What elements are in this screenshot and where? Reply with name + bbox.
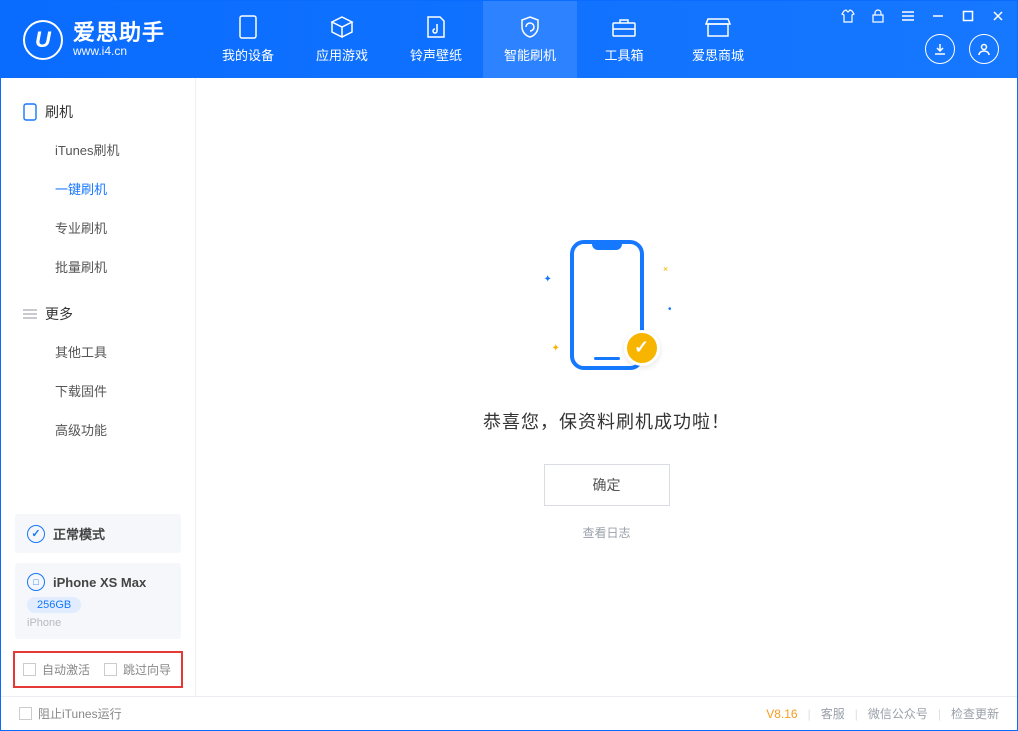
app-url: www.i4.cn bbox=[73, 45, 165, 58]
block-itunes-checkbox[interactable]: 阻止iTunes运行 bbox=[19, 705, 122, 722]
main-content: ✦+✦• ✓ 恭喜您，保资料刷机成功啦！ 确定 查看日志 bbox=[196, 78, 1017, 696]
logo: U 爱思助手 www.i4.cn bbox=[1, 20, 201, 60]
sidebar-item-pro-flash[interactable]: 专业刷机 bbox=[1, 208, 195, 247]
check-badge-icon: ✓ bbox=[624, 330, 660, 366]
sidebar-group-more: 更多 bbox=[1, 296, 195, 332]
checkbox-icon bbox=[19, 707, 32, 720]
phone-icon bbox=[23, 103, 37, 121]
store-icon bbox=[705, 15, 731, 39]
sidebar-item-advanced[interactable]: 高级功能 bbox=[1, 410, 195, 449]
nav-apps-games[interactable]: 应用游戏 bbox=[295, 1, 389, 78]
device-type: iPhone bbox=[27, 617, 169, 629]
sidebar: 刷机 iTunes刷机 一键刷机 专业刷机 批量刷机 更多 其他工具 下载固件 … bbox=[1, 78, 196, 696]
options-highlight: 自动激活 跳过向导 bbox=[13, 651, 183, 688]
mode-label: 正常模式 bbox=[53, 524, 105, 543]
music-file-icon bbox=[423, 15, 449, 39]
sidebar-item-download-fw[interactable]: 下载固件 bbox=[1, 371, 195, 410]
refresh-shield-icon bbox=[517, 15, 543, 39]
mode-card[interactable]: ✓ 正常模式 bbox=[15, 514, 181, 553]
user-icon[interactable] bbox=[969, 34, 999, 64]
header-right bbox=[925, 34, 999, 64]
skip-guide-checkbox[interactable]: 跳过向导 bbox=[104, 661, 171, 678]
storage-badge: 256GB bbox=[27, 597, 81, 613]
menu-icon[interactable] bbox=[899, 7, 917, 25]
toolbox-icon bbox=[611, 15, 637, 39]
device-card[interactable]: □ iPhone XS Max 256GB iPhone bbox=[15, 563, 181, 639]
minimize-button[interactable] bbox=[929, 7, 947, 25]
cube-icon bbox=[329, 15, 355, 39]
sidebar-item-other-tools[interactable]: 其他工具 bbox=[1, 332, 195, 371]
support-link[interactable]: 客服 bbox=[821, 705, 845, 722]
nav-ring-wall[interactable]: 铃声壁纸 bbox=[389, 1, 483, 78]
logo-icon: U bbox=[23, 20, 63, 60]
nav-my-device[interactable]: 我的设备 bbox=[201, 1, 295, 78]
lock-icon[interactable] bbox=[869, 7, 887, 25]
sidebar-item-batch-flash[interactable]: 批量刷机 bbox=[1, 247, 195, 286]
sidebar-item-itunes-flash[interactable]: iTunes刷机 bbox=[1, 130, 195, 169]
nav-toolbox[interactable]: 工具箱 bbox=[577, 1, 671, 78]
auto-activate-checkbox[interactable]: 自动激活 bbox=[23, 661, 90, 678]
sidebar-group-flash: 刷机 bbox=[1, 94, 195, 130]
maximize-button[interactable] bbox=[959, 7, 977, 25]
version-label: V8.16 bbox=[766, 707, 797, 721]
top-nav: 我的设备 应用游戏 铃声壁纸 智能刷机 工具箱 爱思商城 bbox=[201, 1, 765, 78]
body: 刷机 iTunes刷机 一键刷机 专业刷机 批量刷机 更多 其他工具 下载固件 … bbox=[1, 78, 1017, 696]
checkbox-icon bbox=[23, 663, 36, 676]
titlebar: U 爱思助手 www.i4.cn 我的设备 应用游戏 铃声壁纸 智能刷机 bbox=[1, 1, 1017, 78]
success-illustration: ✦+✦• ✓ bbox=[532, 234, 682, 384]
check-update-link[interactable]: 检查更新 bbox=[951, 705, 999, 722]
window-controls bbox=[839, 7, 1007, 25]
shirt-icon[interactable] bbox=[839, 7, 857, 25]
close-button[interactable] bbox=[989, 7, 1007, 25]
device-icon bbox=[235, 15, 261, 39]
download-icon[interactable] bbox=[925, 34, 955, 64]
nav-store[interactable]: 爱思商城 bbox=[671, 1, 765, 78]
mode-icon: ✓ bbox=[27, 525, 45, 543]
wechat-link[interactable]: 微信公众号 bbox=[868, 705, 928, 722]
list-icon bbox=[23, 308, 37, 320]
ok-button[interactable]: 确定 bbox=[544, 464, 670, 506]
nav-smart-flash[interactable]: 智能刷机 bbox=[483, 1, 577, 78]
app-window: U 爱思助手 www.i4.cn 我的设备 应用游戏 铃声壁纸 智能刷机 bbox=[0, 0, 1018, 731]
success-message: 恭喜您，保资料刷机成功啦！ bbox=[483, 408, 730, 434]
view-log-link[interactable]: 查看日志 bbox=[582, 524, 630, 541]
device-name: iPhone XS Max bbox=[53, 575, 146, 590]
sidebar-item-oneclick-flash[interactable]: 一键刷机 bbox=[1, 169, 195, 208]
checkbox-icon bbox=[104, 663, 117, 676]
device-icon: □ bbox=[27, 573, 45, 591]
app-name: 爱思助手 bbox=[73, 21, 165, 45]
statusbar: 阻止iTunes运行 V8.16 | 客服 | 微信公众号 | 检查更新 bbox=[1, 696, 1017, 730]
